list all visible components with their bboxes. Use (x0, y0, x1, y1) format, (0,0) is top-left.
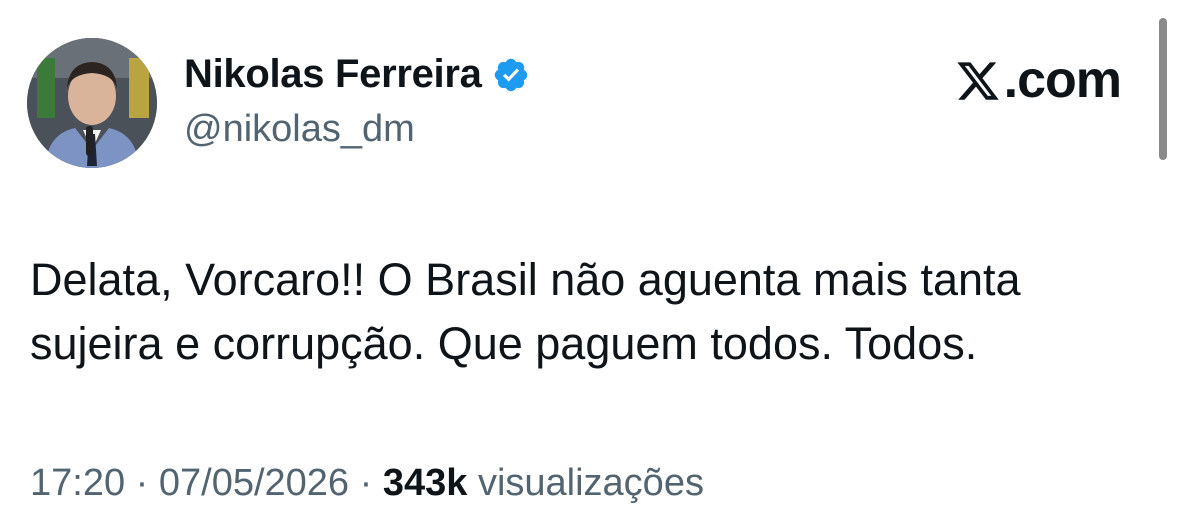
tweet-date[interactable]: 07/05/2026 (159, 462, 349, 504)
tweet-text: Delata, Vorcaro!! O Brasil não aguenta m… (30, 254, 1021, 369)
avatar[interactable] (27, 38, 157, 168)
meta-separator: · (359, 462, 373, 504)
brand-domain-label: .com (1003, 51, 1122, 109)
author-display-name[interactable]: Nikolas Ferreira (184, 52, 482, 97)
x-com-brand: .com (954, 50, 1122, 110)
meta-separator: · (135, 462, 149, 504)
tweet-meta: 17:20 · 07/05/2026 · 343k visualizações (30, 462, 704, 505)
author-handle[interactable]: @nikolas_dm (184, 108, 415, 151)
verified-badge-icon (492, 56, 530, 94)
author-name-row[interactable]: Nikolas Ferreira (184, 52, 530, 97)
views-label: visualizações (477, 462, 704, 504)
avatar-photo (27, 38, 157, 168)
tweet-time[interactable]: 17:20 (30, 462, 125, 504)
x-logo-icon (954, 57, 1002, 103)
scrollbar[interactable] (1159, 18, 1167, 160)
views-count: 343k (382, 462, 468, 504)
